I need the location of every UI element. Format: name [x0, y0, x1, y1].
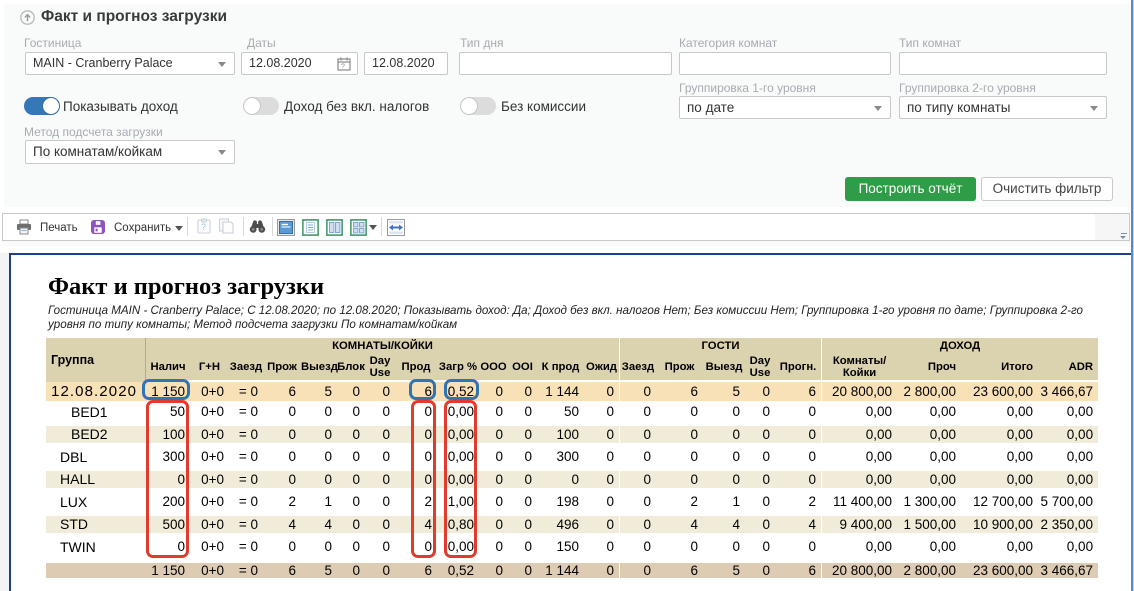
- svg-text:?: ?: [201, 222, 206, 232]
- svg-text:?: ?: [341, 64, 345, 71]
